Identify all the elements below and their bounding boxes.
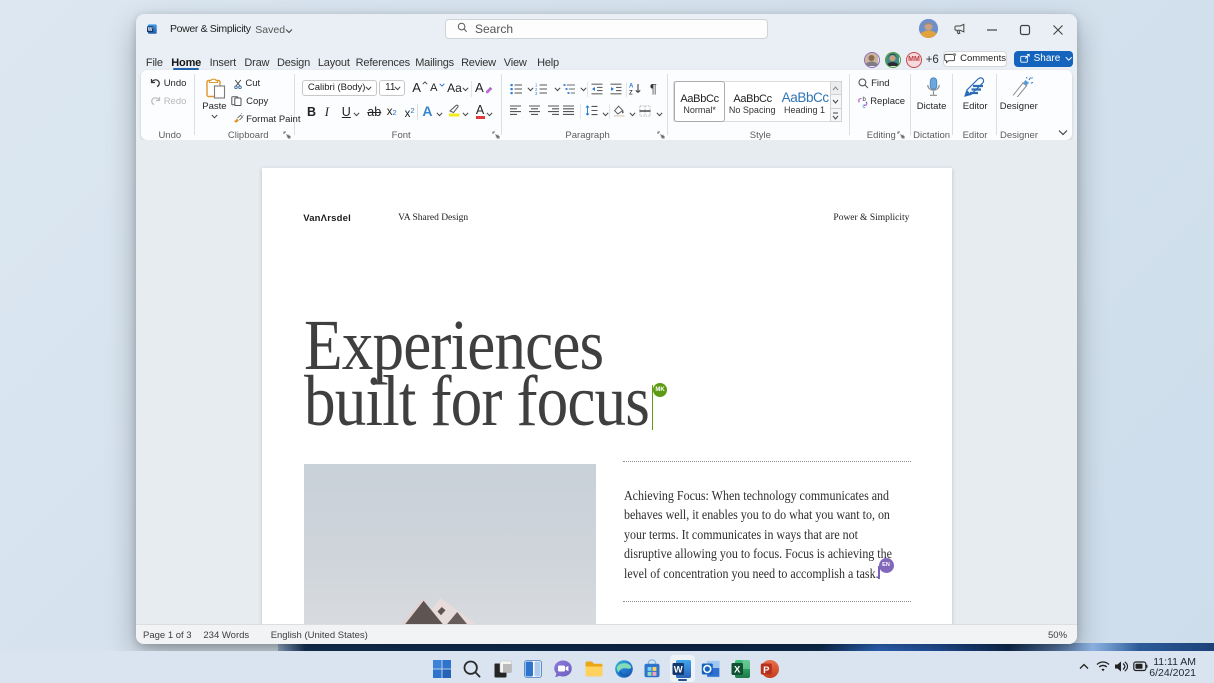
svg-text:P: P: [763, 664, 770, 675]
svg-text:W: W: [148, 26, 153, 32]
svg-text:A: A: [629, 84, 634, 90]
svg-text:3: 3: [535, 91, 538, 95]
svg-text:X: X: [734, 664, 741, 675]
svg-text:Z: Z: [629, 91, 633, 96]
svg-text:W: W: [673, 664, 682, 675]
